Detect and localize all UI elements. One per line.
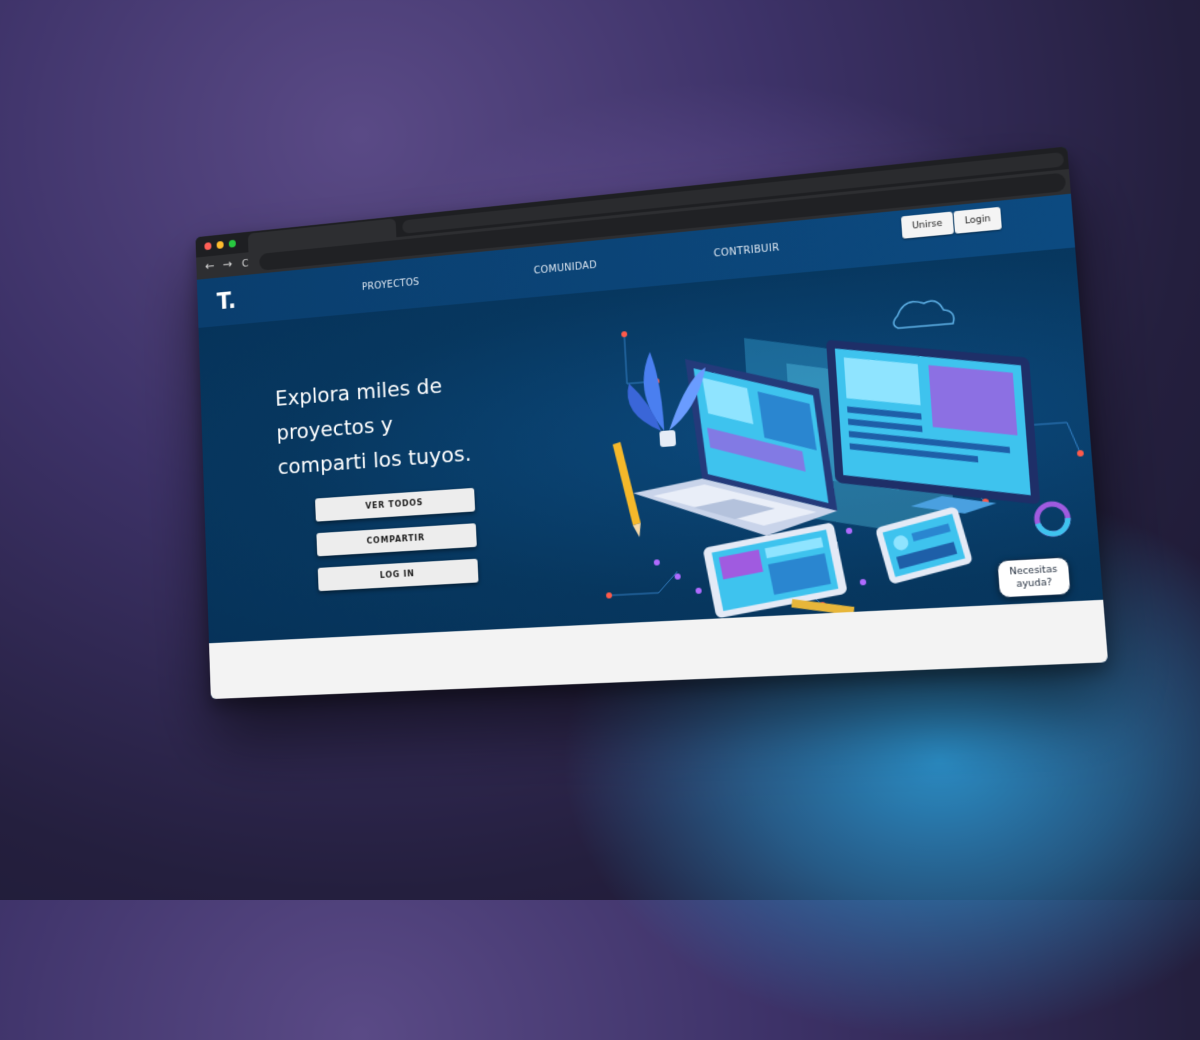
nav-contribuir[interactable]: CONTRIBUIR [713, 242, 779, 259]
log-in-button[interactable]: LOG IN [318, 559, 479, 592]
view-all-button[interactable]: VER TODOS [315, 488, 475, 522]
reload-icon[interactable]: C [242, 255, 249, 272]
back-icon[interactable]: ← [205, 259, 215, 277]
nav-proyectos[interactable]: PROYECTOS [362, 277, 420, 293]
share-button[interactable]: COMPARTIR [316, 523, 476, 556]
forward-icon[interactable]: → [222, 257, 232, 275]
browser-window: ← → C T. PROYECTOS COMUNIDAD CONTRIBUIR … [195, 146, 1108, 699]
login-button[interactable]: Login [953, 207, 1002, 234]
hero-headline: Explora miles de proyectos y comparti lo… [275, 363, 519, 485]
site-logo[interactable]: T. [216, 287, 236, 315]
nav-comunidad[interactable]: COMUNIDAD [534, 260, 598, 277]
close-window-icon[interactable] [204, 242, 211, 250]
minimize-window-icon[interactable] [216, 241, 223, 249]
maximize-window-icon[interactable] [229, 240, 236, 248]
help-chat-button[interactable]: Necesitas ayuda? [996, 556, 1071, 598]
window-controls [204, 240, 236, 251]
join-button[interactable]: Unirse [901, 212, 954, 239]
help-label: ayuda? [1016, 577, 1053, 592]
web-page: T. PROYECTOS COMUNIDAD CONTRIBUIR Unirse… [197, 194, 1108, 699]
